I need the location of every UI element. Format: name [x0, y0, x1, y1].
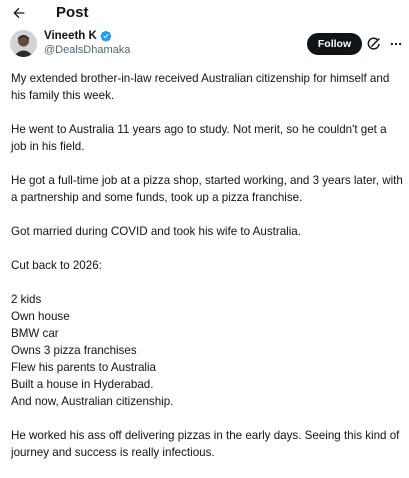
top-bar: Post — [0, 0, 409, 26]
more-options-icon[interactable] — [388, 36, 404, 52]
post-paragraph: He got a full-time job at a pizza shop, … — [11, 174, 403, 204]
post-paragraph: He worked his ass off delivering pizzas … — [11, 429, 400, 459]
list-item: Owns 3 pizza franchises — [11, 344, 137, 357]
list-item: Own house — [11, 310, 70, 323]
follow-button[interactable]: Follow — [307, 33, 362, 55]
list-item: BMW car — [11, 327, 59, 340]
post-paragraph: Got married during COVID and took his wi… — [11, 225, 301, 238]
author-handle[interactable]: @DealsDhamaka — [44, 44, 130, 56]
list-item: 2 kids — [11, 293, 42, 306]
post-body: My extended brother-in-law received Aust… — [11, 70, 403, 478]
avatar[interactable] — [10, 30, 37, 57]
grok-icon[interactable] — [366, 36, 382, 52]
arrow-left-icon — [13, 7, 25, 19]
post-list: 2 kids Own house BMW car Owns 3 pizza fr… — [11, 291, 403, 410]
avatar-image — [10, 30, 37, 57]
back-button[interactable] — [8, 2, 30, 24]
author-display-name[interactable]: Vineeth K — [44, 30, 97, 42]
list-item: Built a house in Hyderabad. — [11, 378, 154, 391]
post-paragraph: Cut back to 2026: — [11, 259, 102, 272]
list-item: Flew his parents to Australia — [11, 361, 156, 374]
list-item: And now, Australian citizenship. — [11, 395, 174, 408]
post-paragraph: He went to Australia 11 years ago to stu… — [11, 123, 387, 153]
page-title: Post — [56, 4, 89, 21]
post-paragraph: My extended brother-in-law received Aust… — [11, 72, 390, 102]
author-row: Vineeth K @DealsDhamaka Follow — [0, 26, 409, 70]
verified-badge-icon — [100, 30, 112, 42]
